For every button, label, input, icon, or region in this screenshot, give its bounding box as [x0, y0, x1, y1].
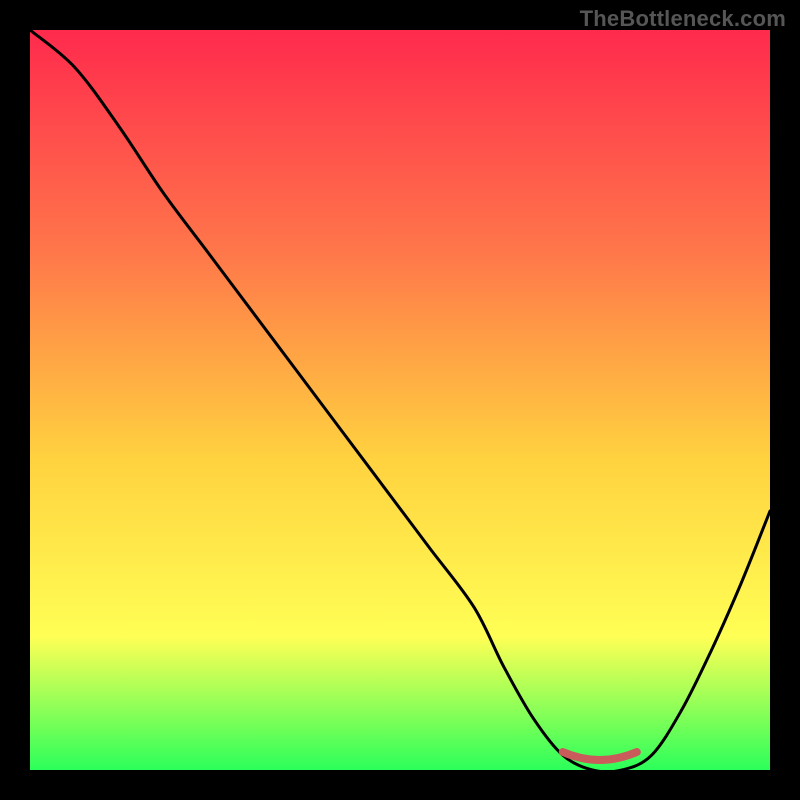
chart-svg	[30, 30, 770, 770]
plot-area	[30, 30, 770, 770]
chart-container: TheBottleneck.com	[0, 0, 800, 800]
gradient-background	[30, 30, 770, 770]
watermark-text: TheBottleneck.com	[580, 6, 786, 32]
